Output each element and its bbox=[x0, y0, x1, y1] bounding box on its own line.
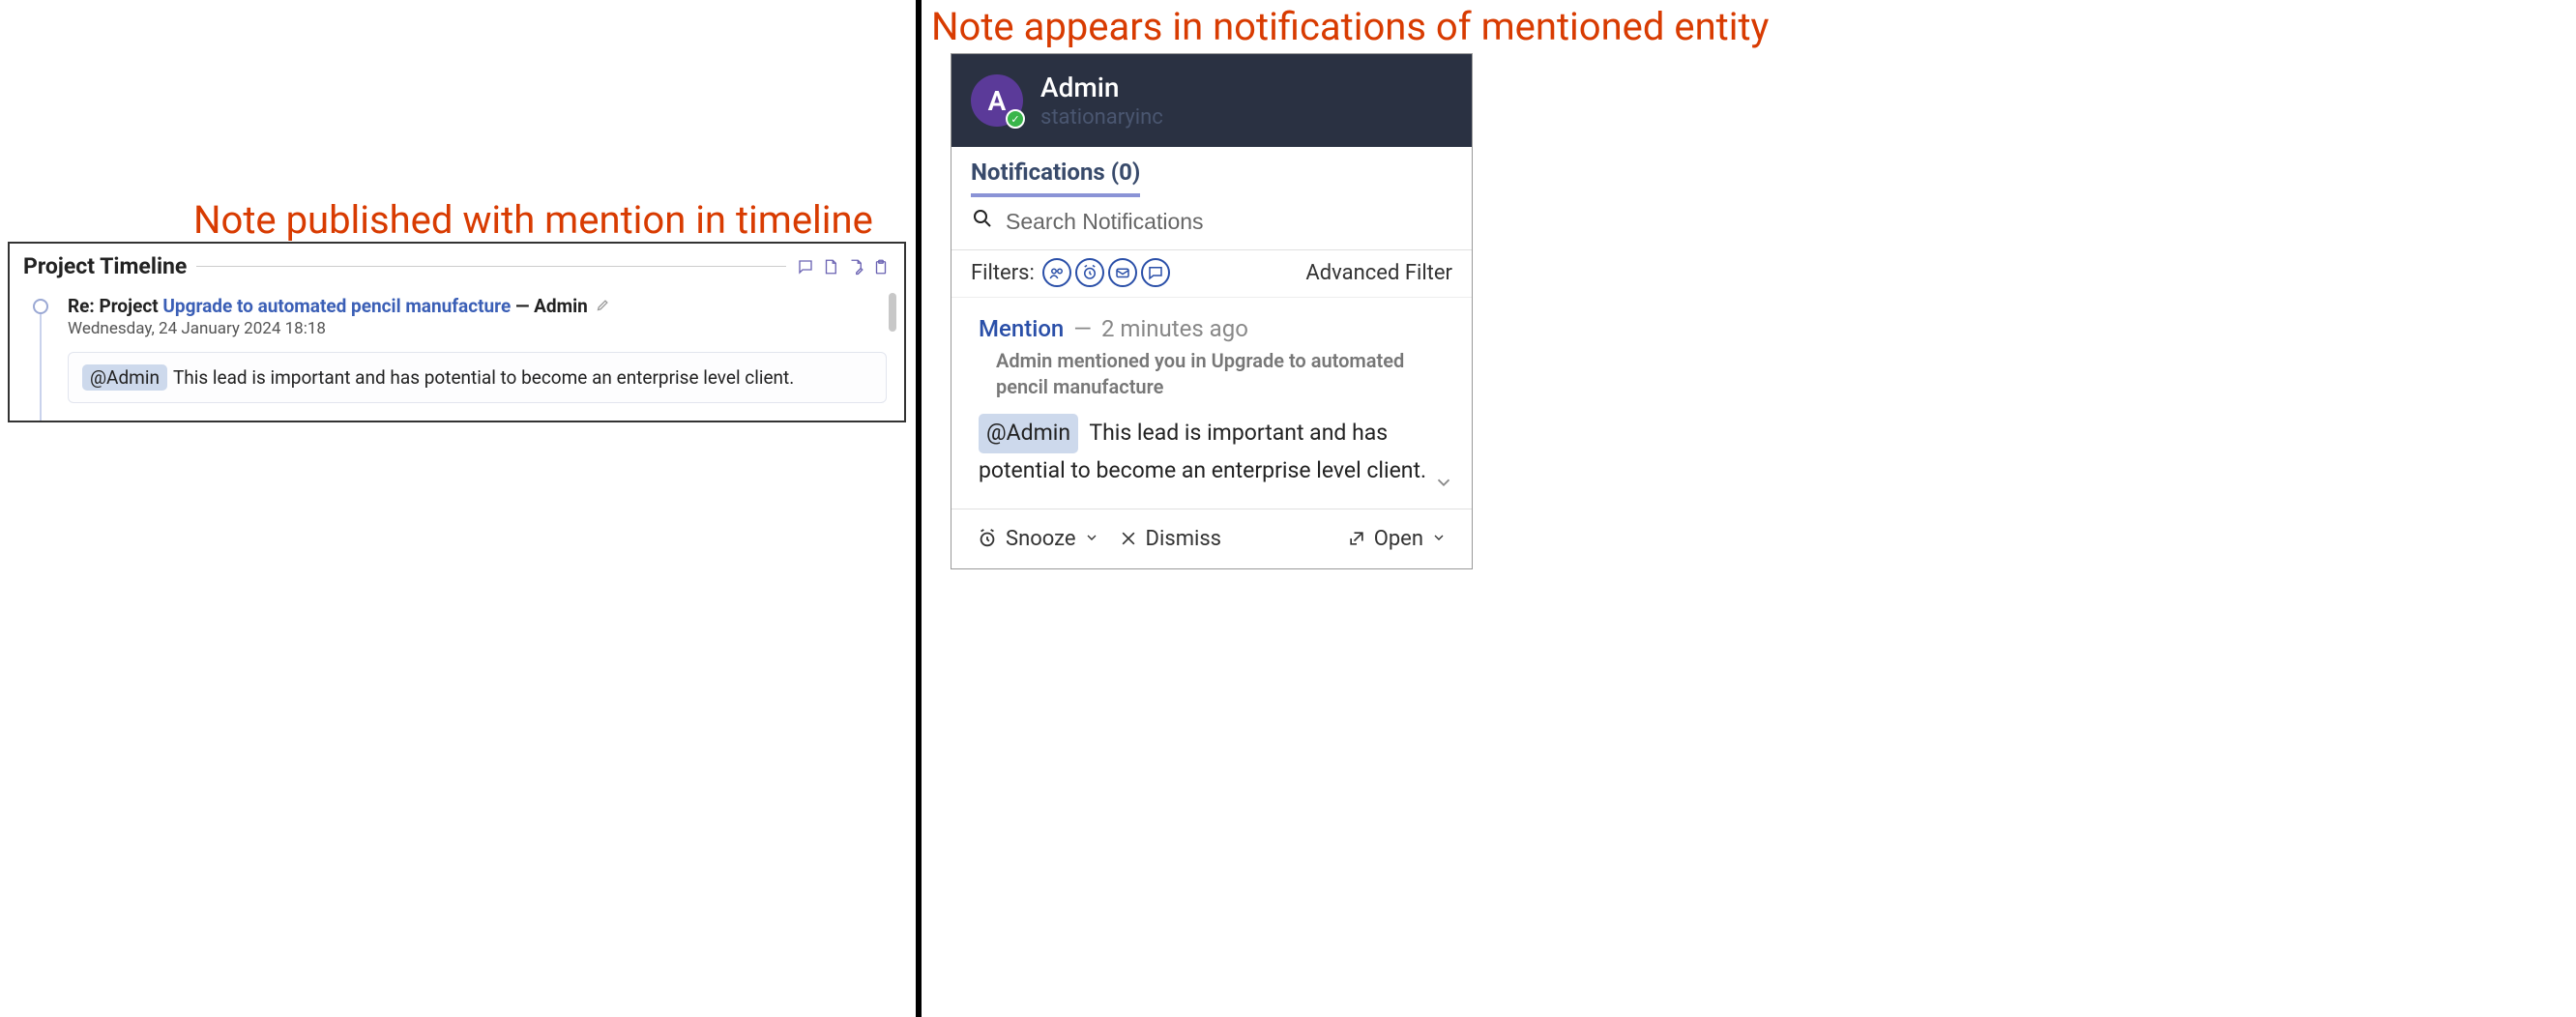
filter-chat-icon[interactable] bbox=[1141, 258, 1170, 287]
timeline-title: Project Timeline bbox=[23, 253, 187, 279]
timeline-entry: Re: Project Upgrade to automated pencil … bbox=[68, 295, 887, 403]
timeline-entry-meta: Re: Project Upgrade to automated pencil … bbox=[68, 295, 887, 317]
right-caption: Note appears in notifications of mention… bbox=[931, 4, 1769, 49]
user-name: Admin bbox=[1040, 72, 1163, 103]
notification-actions: Snooze Dismiss Open bbox=[951, 508, 1472, 568]
timeline-line bbox=[40, 314, 42, 421]
tab-notifications[interactable]: Notifications (0) bbox=[971, 159, 1140, 197]
notifications-panel: A ✓ Admin stationaryinc Notifications (0… bbox=[951, 53, 1473, 569]
entry-date: Wednesday, 24 January 2024 18:18 bbox=[68, 319, 887, 338]
notification-time: 2 minutes ago bbox=[1101, 315, 1248, 342]
chevron-down-icon bbox=[1431, 527, 1447, 551]
chevron-down-icon[interactable] bbox=[1433, 472, 1454, 499]
search-icon bbox=[971, 207, 994, 236]
left-caption: Note published with mention in timeline bbox=[193, 197, 873, 243]
edit-icon[interactable] bbox=[596, 295, 610, 317]
snooze-label: Snooze bbox=[1006, 527, 1076, 551]
entry-prefix: Re: Project bbox=[68, 295, 162, 317]
filters-label: Filters: bbox=[971, 261, 1035, 285]
notifications-header: A ✓ Admin stationaryinc bbox=[951, 54, 1472, 147]
presence-indicator: ✓ bbox=[1006, 109, 1025, 129]
notification-item[interactable]: Mention — 2 minutes ago Admin mentioned … bbox=[951, 298, 1472, 508]
entry-author: Admin bbox=[534, 295, 588, 317]
snooze-button[interactable]: Snooze bbox=[971, 523, 1105, 555]
timeline-marker bbox=[33, 299, 48, 314]
timeline-header: Project Timeline bbox=[10, 244, 904, 281]
user-org: stationaryinc bbox=[1040, 105, 1163, 130]
scrollbar-thumb[interactable] bbox=[889, 293, 896, 332]
timeline-body: Re: Project Upgrade to automated pencil … bbox=[10, 281, 904, 421]
entry-project-link[interactable]: Upgrade to automated pencil manufacture bbox=[162, 295, 511, 317]
document-icon[interactable] bbox=[821, 257, 840, 276]
comment-icon[interactable] bbox=[796, 257, 815, 276]
mention-pill[interactable]: @Admin bbox=[979, 414, 1078, 453]
time-separator: — bbox=[1073, 315, 1092, 342]
clipboard-icon[interactable] bbox=[871, 257, 891, 276]
mention-pill[interactable]: @Admin bbox=[82, 364, 167, 391]
filter-mention-icon[interactable] bbox=[1042, 258, 1071, 287]
dismiss-button[interactable]: Dismiss bbox=[1113, 523, 1228, 555]
entry-note-text: This lead is important and has potential… bbox=[173, 366, 794, 389]
search-row bbox=[951, 197, 1472, 250]
notification-type-link[interactable]: Mention bbox=[979, 315, 1064, 342]
notifications-tabs: Notifications (0) bbox=[951, 147, 1472, 197]
open-button[interactable]: Open bbox=[1341, 523, 1452, 555]
filters-row: Filters: Advanced Filter bbox=[951, 250, 1472, 298]
timeline-rule bbox=[196, 266, 786, 267]
edit-document-icon[interactable] bbox=[846, 257, 865, 276]
notification-title: Mention — 2 minutes ago bbox=[979, 315, 1445, 342]
right-panel: Note appears in notifications of mention… bbox=[922, 0, 2576, 1017]
timeline-toolbar bbox=[796, 257, 891, 276]
filters-left: Filters: bbox=[971, 258, 1170, 287]
entry-note: @Admin This lead is important and has pot… bbox=[68, 352, 887, 403]
open-label: Open bbox=[1374, 527, 1423, 551]
advanced-filter-link[interactable]: Advanced Filter bbox=[1305, 261, 1452, 285]
filter-reminder-icon[interactable] bbox=[1075, 258, 1104, 287]
entry-dash: — bbox=[511, 295, 534, 317]
filter-mail-icon[interactable] bbox=[1108, 258, 1137, 287]
avatar-wrap: A ✓ bbox=[971, 74, 1023, 127]
notification-body: @Admin This lead is important and has po… bbox=[979, 414, 1445, 489]
dismiss-label: Dismiss bbox=[1146, 527, 1222, 551]
timeline-box: Project Timeline Re: Project Upgrade to … bbox=[8, 242, 906, 422]
left-panel: Note published with mention in timeline … bbox=[0, 0, 916, 1017]
search-input[interactable] bbox=[1006, 209, 1452, 235]
notification-summary: Admin mentioned you in Upgrade to automa… bbox=[996, 348, 1445, 400]
chevron-down-icon bbox=[1084, 527, 1099, 551]
header-text: Admin stationaryinc bbox=[1040, 72, 1163, 130]
